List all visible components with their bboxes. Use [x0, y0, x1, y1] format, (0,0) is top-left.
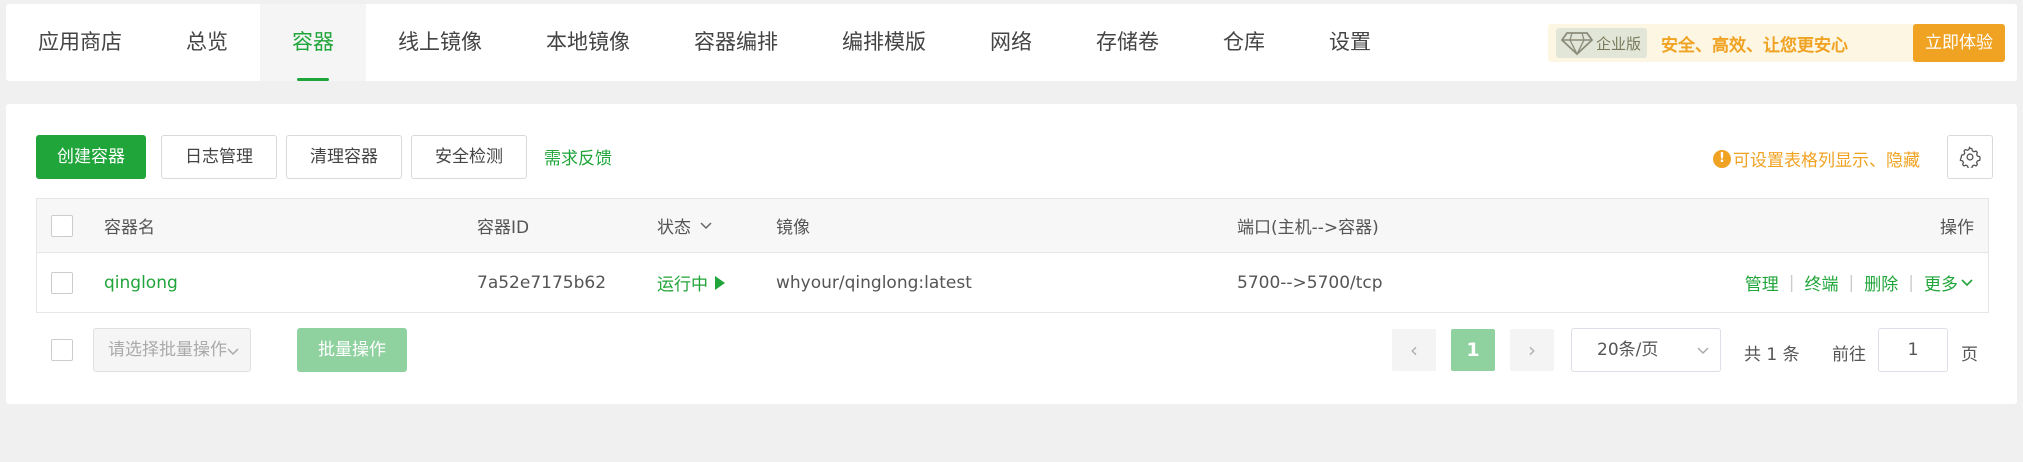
goto-unit: 页: [1961, 345, 1978, 365]
feedback-link[interactable]: 需求反馈: [544, 144, 612, 169]
container-id: 7a52e7175b62: [477, 272, 607, 293]
chevron-right-icon: ›: [1528, 338, 1536, 362]
container-status[interactable]: 运行中: [657, 253, 726, 312]
exclamation-icon: !: [1713, 149, 1731, 168]
manage-link[interactable]: 管理: [1745, 270, 1779, 295]
containers-table: 容器名 容器ID 状态 镜像 端口(主机-->容器) 操作 qinglong 7…: [36, 198, 1989, 313]
chevron-down-icon: [699, 221, 713, 231]
header-id: 容器ID: [477, 218, 530, 238]
tab-registry[interactable]: 仓库: [1191, 4, 1297, 81]
column-settings-tip-text: 可设置表格列显示、隐藏: [1733, 151, 1920, 171]
container-panel: 创建容器 日志管理 清理容器 安全检测 需求反馈 ! 可设置表格列显示、隐藏 容…: [6, 104, 2017, 404]
container-ports: 5700-->5700/tcp: [1237, 272, 1383, 293]
tab-containers[interactable]: 容器: [260, 4, 366, 81]
tab-local-images[interactable]: 本地镜像: [514, 4, 662, 81]
create-container-button[interactable]: 创建容器: [36, 135, 146, 179]
tab-compose-templates[interactable]: 编排模版: [810, 4, 958, 81]
promo-slogan: 安全、高效、让您更安心: [1661, 35, 1849, 56]
enterprise-promo-banner: 企业版 安全、高效、让您更安心 立即体验: [1548, 24, 2005, 62]
table-header: 容器名 容器ID 状态 镜像 端口(主机-->容器) 操作: [37, 199, 1988, 253]
chevron-down-icon: [226, 331, 240, 373]
log-management-button[interactable]: 日志管理: [161, 135, 277, 179]
prev-page-button[interactable]: ‹: [1392, 329, 1436, 371]
play-icon: [714, 275, 726, 291]
header-status[interactable]: 状态: [657, 199, 713, 252]
row-checkbox[interactable]: [51, 253, 73, 312]
batch-operation-button[interactable]: 批量操作: [297, 328, 407, 372]
terminal-link[interactable]: 终端: [1805, 270, 1839, 295]
container-name-link[interactable]: qinglong: [104, 253, 178, 312]
tab-compose[interactable]: 容器编排: [662, 4, 810, 81]
delete-link[interactable]: 删除: [1864, 270, 1898, 295]
enterprise-badge: 企业版: [1556, 28, 1648, 58]
table-row: qinglong 7a52e7175b62 运行中 whyour/qinglon…: [37, 253, 1988, 312]
header-image: 镜像: [776, 218, 810, 238]
table-settings-button[interactable]: [1947, 135, 1993, 179]
security-check-button[interactable]: 安全检测: [411, 135, 527, 179]
goto-label: 前往: [1832, 345, 1866, 365]
status-label: 运行中: [657, 275, 708, 295]
total-count: 共 1 条: [1744, 345, 1800, 365]
header-status-label: 状态: [657, 218, 691, 238]
header-name: 容器名: [104, 218, 155, 238]
page-number-current[interactable]: 1: [1451, 329, 1495, 371]
tab-overview[interactable]: 总览: [154, 4, 260, 81]
try-now-button[interactable]: 立即体验: [1913, 24, 2005, 62]
tab-app-store[interactable]: 应用商店: [6, 4, 154, 81]
row-actions: 管理 | 终端 | 删除 | 更多: [1745, 253, 1974, 312]
gear-icon: [1959, 146, 1981, 168]
divider: |: [1908, 272, 1914, 293]
chevron-down-icon: [1960, 278, 1974, 288]
enterprise-badge-label: 企业版: [1596, 34, 1642, 53]
goto-page-input[interactable]: 1: [1878, 328, 1948, 372]
footer-select-all-checkbox[interactable]: [51, 339, 73, 361]
diamond-icon: [1560, 30, 1594, 56]
header-actions: 操作: [1940, 218, 1974, 238]
header-ports: 端口(主机-->容器): [1237, 218, 1379, 238]
page-size-value: 20条/页: [1597, 340, 1659, 360]
clean-containers-button[interactable]: 清理容器: [286, 135, 402, 179]
column-settings-tip: ! 可设置表格列显示、隐藏: [1713, 146, 1920, 171]
next-page-button[interactable]: ›: [1510, 329, 1554, 371]
batch-operation-select[interactable]: 请选择批量操作: [93, 328, 251, 372]
divider: |: [1848, 272, 1855, 293]
tab-settings[interactable]: 设置: [1297, 4, 1403, 81]
tab-network[interactable]: 网络: [958, 4, 1064, 81]
container-image: whyour/qinglong:latest: [776, 272, 972, 293]
more-dropdown[interactable]: 更多: [1924, 270, 1974, 295]
more-label: 更多: [1924, 275, 1958, 295]
tab-online-images[interactable]: 线上镜像: [366, 4, 514, 81]
select-all-checkbox[interactable]: [51, 199, 73, 252]
divider: |: [1788, 272, 1795, 293]
tab-bar: 应用商店 总览 容器 线上镜像 本地镜像 容器编排 编排模版 网络 存储卷 仓库…: [6, 4, 1403, 81]
top-navigation: 应用商店 总览 容器 线上镜像 本地镜像 容器编排 编排模版 网络 存储卷 仓库…: [6, 4, 2017, 81]
chevron-left-icon: ‹: [1410, 338, 1418, 362]
page-size-select[interactable]: 20条/页: [1571, 328, 1721, 372]
batch-operation-placeholder: 请选择批量操作: [108, 340, 227, 360]
tab-volumes[interactable]: 存储卷: [1064, 4, 1191, 81]
chevron-down-icon: [1696, 330, 1710, 372]
